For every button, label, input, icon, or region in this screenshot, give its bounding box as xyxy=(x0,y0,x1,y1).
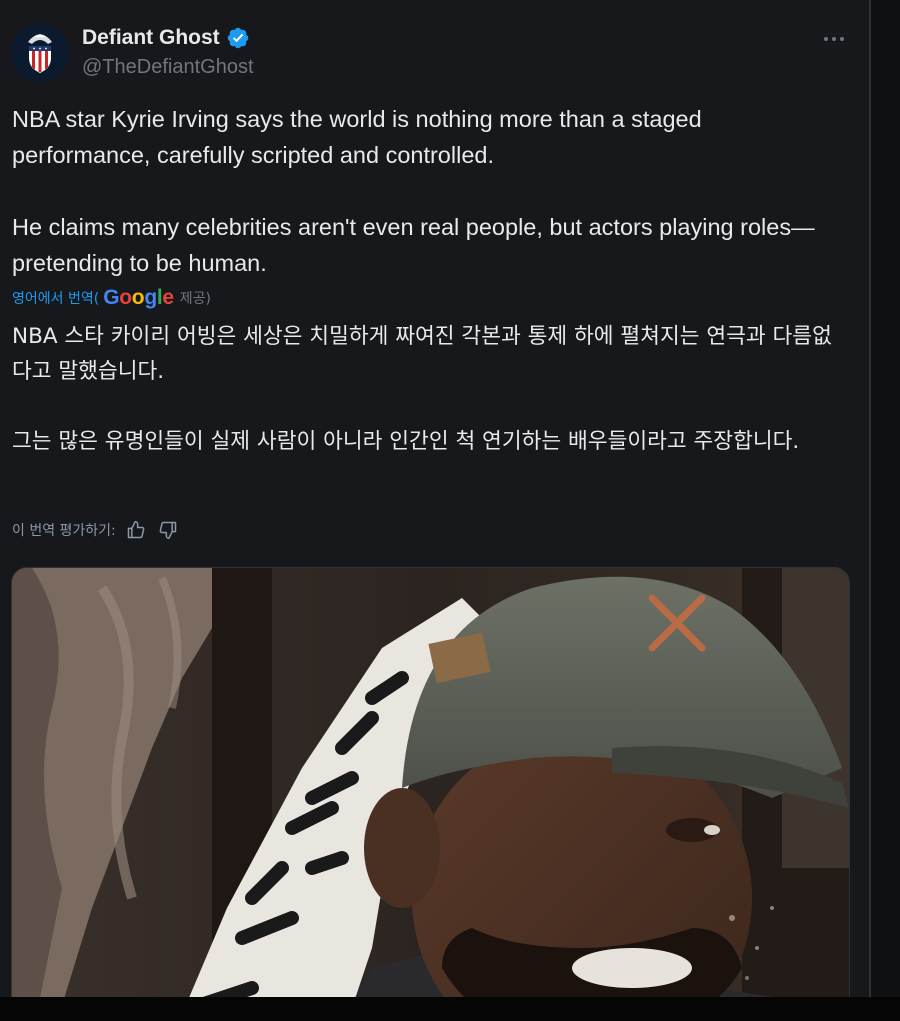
author-name-row: Defiant Ghost xyxy=(82,26,250,50)
thumbs-up-button[interactable] xyxy=(124,518,148,542)
more-options-button[interactable] xyxy=(818,26,850,52)
rate-translation-row: 이 번역 평가하기: xyxy=(12,518,180,542)
right-rail xyxy=(869,0,900,997)
thumbs-up-icon xyxy=(127,520,145,539)
google-logo: Google xyxy=(103,286,174,309)
tweet-panel: Defiant Ghost @TheDefiantGhost NBA star … xyxy=(0,0,869,997)
translation-source-link[interactable]: 영어에서 번역( xyxy=(12,288,99,308)
video-still-image xyxy=(12,568,849,997)
tweet-text: NBA star Kyrie Irving says the world is … xyxy=(12,101,842,281)
author-handle[interactable]: @TheDefiantGhost xyxy=(82,56,254,79)
translation-provider-suffix: 제공) xyxy=(179,291,212,307)
tweet-media-video[interactable] xyxy=(11,567,850,997)
column-divider xyxy=(869,0,871,997)
translated-paragraph: NBA 스타 카이리 어빙은 세상은 치밀하게 짜여진 각본과 통제 하에 펼쳐… xyxy=(12,324,832,384)
avatar[interactable] xyxy=(11,24,69,82)
translated-paragraph: 그는 많은 유명인들이 실제 사람이 아니라 인간인 척 연기하는 배우들이라고… xyxy=(12,429,800,454)
translated-text: NBA 스타 카이리 어빙은 세상은 치밀하게 짜여진 각본과 통제 하에 펼쳐… xyxy=(12,319,842,459)
more-options-icon xyxy=(824,37,844,41)
eagle-shield-logo-icon xyxy=(11,24,69,82)
verified-badge-icon[interactable] xyxy=(226,26,250,50)
bottom-bar xyxy=(0,997,900,1021)
tweet-paragraph: NBA star Kyrie Irving says the world is … xyxy=(12,106,702,168)
translation-attribution: 영어에서 번역( Google 제공) xyxy=(12,286,211,310)
thumbs-down-icon xyxy=(159,521,177,540)
tweet-paragraph: He claims many celebrities aren't even r… xyxy=(12,214,815,276)
thumbs-down-button[interactable] xyxy=(156,518,180,542)
rate-translation-label: 이 번역 평가하기: xyxy=(12,523,116,539)
author-display-name[interactable]: Defiant Ghost xyxy=(82,26,220,50)
